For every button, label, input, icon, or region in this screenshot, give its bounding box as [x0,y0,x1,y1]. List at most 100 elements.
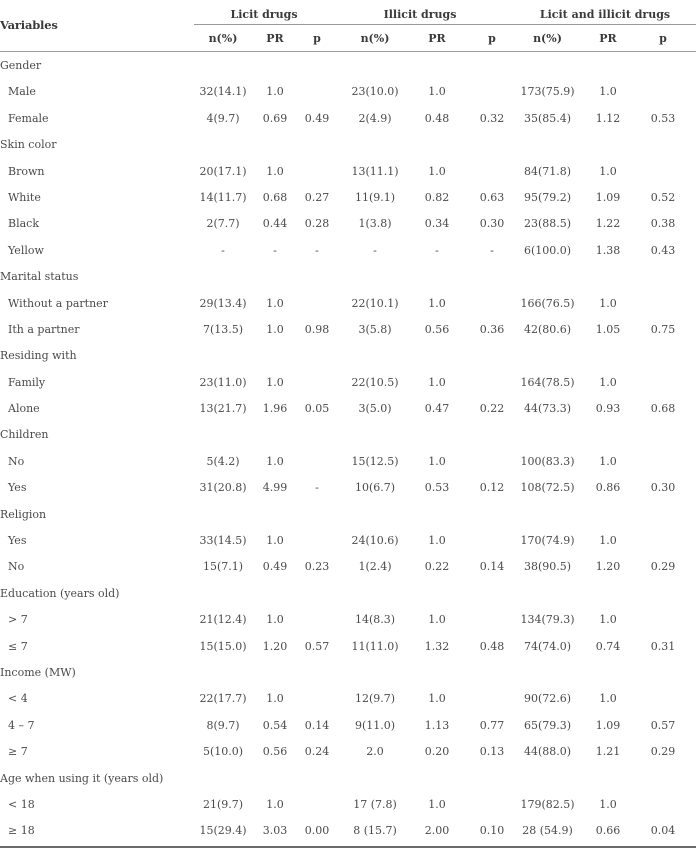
category-row: Religion [0,502,696,528]
subheader-n-percent: n(%) [360,32,390,45]
cell-licit-pr: 1.0 [266,296,284,310]
cell-illicit-p: 0.32 [479,111,505,125]
cell-both-pr: 1.09 [595,718,621,732]
cell-illicit-n: 24(10.6) [351,534,399,548]
category-row: Gender [0,53,696,79]
cell-illicit-pr: 0.34 [424,217,450,231]
table-row: Without a partner 29(13.4) 1.0 22(10.1) 1.0 1… [0,291,696,317]
cell-both-n: 100(83.3) [520,454,575,468]
cell-both-n: 170(74.9) [520,534,575,548]
cell-both-n: 44(73.3) [523,402,572,416]
cell-illicit-pr: 2.00 [424,824,450,838]
subheader-pr: PR [266,32,284,45]
cell-licit-n: 22(17.7) [199,692,247,706]
cell-licit-p: 0.49 [304,111,330,125]
cell-licit-pr: 0.56 [262,745,288,759]
cell-licit-pr: 1.0 [266,322,284,336]
table-row: Female 4(9.7) 0.69 0.49 2(4.9) 0.48 0.32 35(85.… [0,106,696,132]
cell-licit-pr: 1.96 [262,402,288,416]
table-row: Yellow - - - - - - 6(100.0) 1.38 0.43 [0,238,696,264]
cell-both-n: 164(78.5) [520,375,575,389]
cell-licit-pr: 1.0 [266,534,284,548]
row-label: < 18 [8,797,35,811]
cell-licit-n: 15(15.0) [199,639,247,653]
cell-illicit-pr: 1.0 [428,296,446,310]
cell-both-pr: 1.09 [595,190,621,204]
cell-both-n: 74(74.0) [523,639,572,653]
cell-illicit-n: 14(8.3) [354,613,396,627]
cell-licit-pr: 1.0 [266,454,284,468]
table-row: > 7 21(12.4) 1.0 14(8.3) 1.0 134(79.3) 1.0 [0,607,696,633]
cell-licit-p: 0.24 [304,745,330,759]
cell-licit-p: 0.23 [304,560,330,574]
row-label: Yes [8,481,27,495]
cell-licit-pr: 0.69 [262,111,288,125]
cell-both-n: 44(88.0) [523,745,572,759]
cell-both-pr: 0.93 [595,402,621,416]
cell-licit-n: - [221,243,225,257]
cell-illicit-pr: 1.0 [428,534,446,548]
cell-illicit-n: 1(2.4) [358,560,392,574]
cell-illicit-p: 0.63 [479,190,505,204]
cell-illicit-n: 13(11.1) [351,164,399,178]
cell-both-n: 134(79.3) [520,613,575,627]
cell-licit-pr: 3.03 [262,824,288,838]
category-row: Children [0,422,696,448]
cell-both-pr: 1.0 [599,375,617,389]
cell-licit-n: 5(4.2) [206,454,240,468]
cell-licit-pr: 1.0 [266,164,284,178]
cell-licit-pr: 1.0 [266,375,284,389]
table-row: Family 23(11.0) 1.0 22(10.5) 1.0 164(78.5) 1.0 [0,370,696,396]
cell-both-n: 84(71.8) [523,164,572,178]
row-label: ≤ 7 [8,639,28,653]
cell-both-n: 6(100.0) [523,243,572,257]
group-header-illicit: Illicit drugs [383,8,457,21]
row-label: Male [8,85,36,99]
cell-both-n: 179(82.5) [520,797,575,811]
cell-both-p: 0.38 [650,217,676,231]
cell-licit-p: - [315,243,319,257]
row-label: Female [8,111,49,125]
cell-illicit-pr: 1.0 [428,85,446,99]
table-row: Alone 13(21.7) 1.96 0.05 3(5.0) 0.47 0.22 44(73… [0,396,696,422]
subheader-n-percent: n(%) [533,32,562,45]
header-bottom-rule [0,51,696,52]
cell-licit-n: 5(10.0) [202,745,244,759]
cell-licit-n: 33(14.5) [199,534,247,548]
row-label: > 7 [8,613,28,627]
cell-illicit-n: 15(12.5) [351,454,399,468]
row-label: Alone [8,402,40,416]
subheader-n-percent: n(%) [208,32,238,45]
row-label: ≥ 7 [8,745,28,759]
cell-illicit-n: 11(11.0) [351,639,399,653]
cell-licit-p: 0.00 [304,824,330,838]
cell-both-pr: 1.38 [595,243,621,257]
table-header: Variables Licit drugs Illicit drugs Lici… [0,0,696,52]
cell-both-n: 38(90.5) [523,560,572,574]
category-label: Religion [0,507,47,521]
cell-licit-n: 8(9.7) [206,718,240,732]
row-label: No [8,454,25,468]
subheader-p: p [659,32,667,45]
cell-both-pr: 1.0 [599,797,617,811]
category-label: Age when using it (years old) [0,771,164,785]
cell-illicit-p: 0.77 [479,718,505,732]
cell-illicit-pr: 1.0 [428,613,446,627]
cell-illicit-n: 2(4.9) [358,111,392,125]
cell-illicit-pr: 1.32 [424,639,450,653]
cell-illicit-n: 17 (7.8) [353,797,397,811]
table-row: ≤ 7 15(15.0) 1.20 0.57 11(11.0) 1.32 0.48 74(74… [0,634,696,660]
cell-both-p: 0.29 [650,745,676,759]
cell-illicit-p: 0.12 [479,481,505,495]
cell-licit-pr: - [273,243,277,257]
cell-licit-p: 0.05 [304,402,330,416]
cell-both-p: 0.31 [650,639,676,653]
cell-illicit-p: 0.14 [479,560,505,574]
data-table: Variables Licit drugs Illicit drugs Lici… [0,0,696,848]
cell-both-pr: 1.0 [599,296,617,310]
cell-both-p: 0.43 [650,243,676,257]
cell-illicit-pr: 1.0 [428,692,446,706]
cell-illicit-n: - [373,243,377,257]
table-row: ≥ 18 15(29.4) 3.03 0.00 8 (15.7) 2.00 0.10 28 (… [0,818,696,844]
cell-both-p: 0.04 [650,824,676,838]
